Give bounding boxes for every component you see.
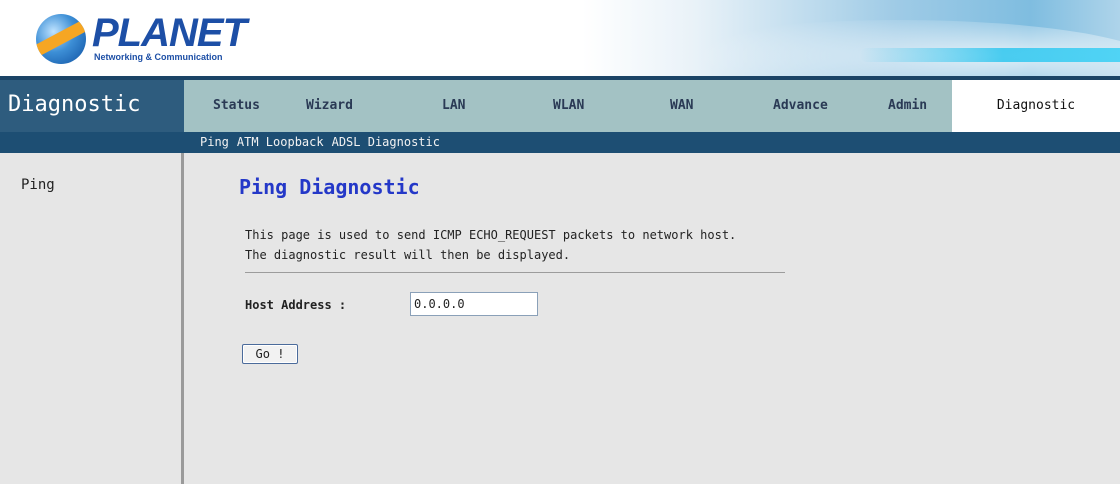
host-address-input[interactable] xyxy=(410,292,538,316)
nav-item-wlan[interactable]: WLAN xyxy=(553,80,584,132)
header-streak-decoration xyxy=(860,48,1120,62)
nav-item-lan[interactable]: LAN xyxy=(442,80,465,132)
divider xyxy=(245,272,785,273)
sidebar-item-ping[interactable]: Ping xyxy=(21,177,55,193)
nav-item-diagnostic[interactable]: Diagnostic xyxy=(952,80,1120,132)
sub-nav: Ping ATM Loopback ADSL Diagnostic xyxy=(0,132,1120,153)
nav-item-advance[interactable]: Advance xyxy=(773,80,828,132)
planet-logo: PLANET Networking & Communication xyxy=(36,11,247,64)
subnav-item-atm-loopback[interactable]: ATM Loopback xyxy=(237,135,324,149)
subnav-item-adsl-diagnostic[interactable]: ADSL Diagnostic xyxy=(332,135,440,149)
nav-item-admin[interactable]: Admin xyxy=(888,80,927,132)
page-title: Ping Diagnostic xyxy=(239,175,420,199)
sidebar: Ping xyxy=(0,153,184,484)
brand-name: PLANET xyxy=(92,11,247,55)
nav-item-wizard[interactable]: Wizard xyxy=(306,80,353,132)
main-content: Ping Diagnostic This page is used to sen… xyxy=(187,153,1120,484)
nav-item-wan[interactable]: WAN xyxy=(670,80,693,132)
header-banner: PLANET Networking & Communication xyxy=(0,0,1120,76)
description-line-1: This page is used to send ICMP ECHO_REQU… xyxy=(245,228,737,242)
nav-item-status[interactable]: Status xyxy=(213,80,260,132)
brand-tagline: Networking & Communication xyxy=(94,52,223,62)
globe-icon xyxy=(36,14,86,64)
nav-section-title: Diagnostic xyxy=(0,80,184,132)
sub-nav-links: Ping ATM Loopback ADSL Diagnostic xyxy=(200,132,448,153)
subnav-item-ping[interactable]: Ping xyxy=(200,135,229,149)
host-address-label: Host Address : xyxy=(245,298,347,312)
go-button[interactable]: Go ! xyxy=(242,344,298,364)
main-nav: Diagnostic Status Wizard LAN WLAN WAN Ad… xyxy=(0,76,1120,132)
description-line-2: The diagnostic result will then be displ… xyxy=(245,248,571,262)
page-description: This page is used to send ICMP ECHO_REQU… xyxy=(245,225,805,265)
